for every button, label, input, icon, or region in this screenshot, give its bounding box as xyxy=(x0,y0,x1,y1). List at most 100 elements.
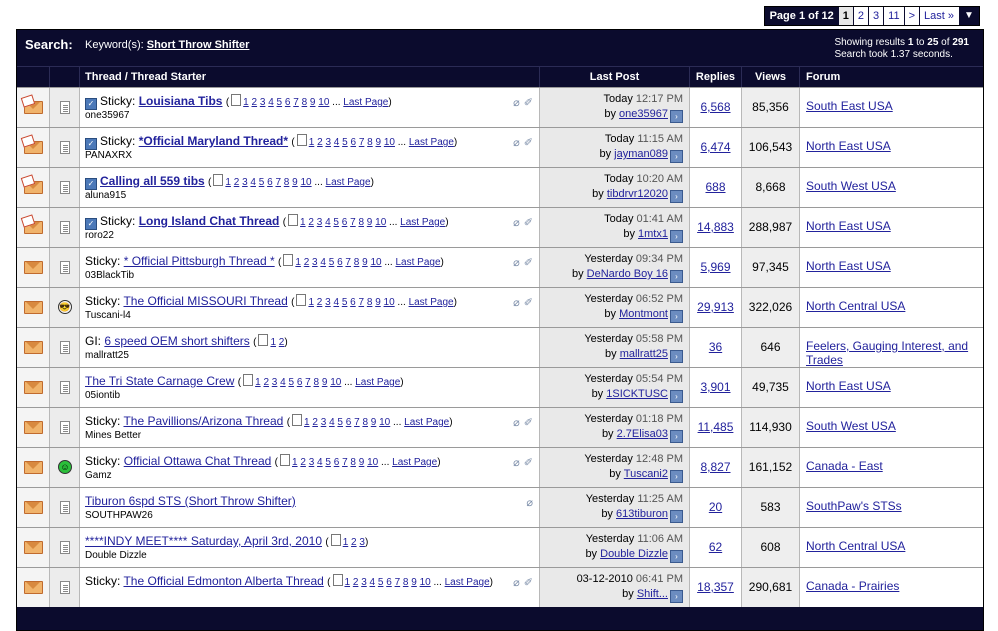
thread-page-link[interactable]: 7 xyxy=(354,417,360,428)
thread-page-link[interactable]: 6 xyxy=(337,257,343,268)
thread-page-link[interactable]: 6 xyxy=(350,137,356,148)
thread-page-link[interactable]: 5 xyxy=(342,137,348,148)
header-last-post[interactable]: Last Post xyxy=(540,67,690,87)
thread-page-link[interactable]: 7 xyxy=(359,297,365,308)
arrow-right-icon[interactable]: › xyxy=(670,430,683,443)
forum-link[interactable]: North East USA xyxy=(806,139,891,153)
thread-page-link[interactable]: 1 xyxy=(292,457,298,468)
thread-title-link[interactable]: The Official Edmonton Alberta Thread xyxy=(123,574,323,588)
thread-page-link[interactable]: 7 xyxy=(275,177,281,188)
thread-last-page-link[interactable]: Last Page xyxy=(445,577,490,588)
thread-starter[interactable]: 03BlackTib xyxy=(85,270,134,281)
thread-starter[interactable]: 05iontib xyxy=(85,390,120,401)
thread-page-link[interactable]: 8 xyxy=(358,217,364,228)
last-post-user-link[interactable]: one35967 xyxy=(619,108,668,120)
replies-link[interactable]: 6,474 xyxy=(700,140,730,154)
thread-page-link[interactable]: 6 xyxy=(285,97,291,108)
thread-page-link[interactable]: 4 xyxy=(250,177,256,188)
thread-page-link[interactable]: 8 xyxy=(314,377,320,388)
replies-link[interactable]: 36 xyxy=(709,340,722,354)
thread-page-link[interactable]: 9 xyxy=(367,217,373,228)
thread-page-link[interactable]: 2 xyxy=(252,97,258,108)
thread-page-link[interactable]: 2 xyxy=(312,417,318,428)
thread-page-link[interactable]: 6 xyxy=(342,217,348,228)
page-link-2[interactable]: 2 xyxy=(852,7,869,25)
last-post-user-link[interactable]: 1SICKTUSC xyxy=(606,388,668,400)
thread-page-link[interactable]: 5 xyxy=(277,97,283,108)
thread-page-link[interactable]: 5 xyxy=(342,297,348,308)
thread-page-link[interactable]: 2 xyxy=(234,177,240,188)
thread-page-link[interactable]: 3 xyxy=(321,417,327,428)
arrow-right-icon[interactable]: › xyxy=(670,150,683,163)
replies-link[interactable]: 11,485 xyxy=(698,420,734,434)
thread-page-link[interactable]: 4 xyxy=(325,217,331,228)
thread-page-link[interactable]: 5 xyxy=(288,377,294,388)
thread-last-page-link[interactable]: Last Page xyxy=(326,177,371,188)
thread-page-link[interactable]: 3 xyxy=(359,537,365,548)
thread-page-link[interactable]: 7 xyxy=(342,457,348,468)
thread-page-link[interactable]: 1 xyxy=(304,417,310,428)
thread-page-link[interactable]: 6 xyxy=(350,297,356,308)
thread-page-link[interactable]: 6 xyxy=(297,377,303,388)
thread-page-link[interactable]: 8 xyxy=(367,297,373,308)
replies-link[interactable]: 6,568 xyxy=(700,100,730,114)
thread-page-link[interactable]: 9 xyxy=(359,457,365,468)
forum-link[interactable]: South West USA xyxy=(806,179,896,193)
last-post-user-link[interactable]: 613tiburon xyxy=(616,508,668,520)
thread-page-link[interactable]: 6 xyxy=(346,417,352,428)
thread-page-link[interactable]: 2 xyxy=(300,457,306,468)
arrow-right-icon[interactable]: › xyxy=(670,270,683,283)
thread-last-page-link[interactable]: Last Page xyxy=(404,417,449,428)
last-post-user-link[interactable]: 1mtx1 xyxy=(638,228,668,240)
thread-starter[interactable]: roro22 xyxy=(85,230,114,241)
last-post-user-link[interactable]: mallratt25 xyxy=(620,348,668,360)
arrow-right-icon[interactable]: › xyxy=(670,550,683,563)
page-link-11[interactable]: 11 xyxy=(883,7,904,25)
triangle-down-icon[interactable]: ▼ xyxy=(958,7,979,25)
replies-link[interactable]: 62 xyxy=(709,540,722,554)
page-next-button[interactable]: > xyxy=(903,7,920,25)
thread-page-link[interactable]: 10 xyxy=(367,457,378,468)
thread-page-link[interactable]: 3 xyxy=(260,97,266,108)
thread-page-link[interactable]: 4 xyxy=(333,297,339,308)
thread-title-link[interactable]: Tiburon 6spd STS (Short Throw Shifter) xyxy=(85,494,296,508)
thread-page-link[interactable]: 9 xyxy=(322,377,328,388)
thread-page-link[interactable]: 3 xyxy=(312,257,318,268)
thread-page-link[interactable]: 2 xyxy=(308,217,314,228)
thread-page-link[interactable]: 4 xyxy=(280,377,286,388)
thread-starter[interactable]: Mines Better xyxy=(85,430,141,441)
thread-starter[interactable]: PANAXRX xyxy=(85,150,132,161)
thread-page-link[interactable]: 2 xyxy=(279,337,285,348)
forum-link[interactable]: Canada - East xyxy=(806,459,883,473)
thread-title-link[interactable]: *Official Maryland Thread* xyxy=(139,134,288,148)
forum-link[interactable]: South West USA xyxy=(806,419,896,433)
thread-page-link[interactable]: 4 xyxy=(334,137,340,148)
thread-page-link[interactable]: 8 xyxy=(403,577,409,588)
thread-page-link[interactable]: 2 xyxy=(351,537,357,548)
thread-page-link[interactable]: 5 xyxy=(329,257,335,268)
page-link-3[interactable]: 3 xyxy=(868,7,884,25)
last-post-user-link[interactable]: Montmont xyxy=(619,308,668,320)
thread-page-link[interactable]: 10 xyxy=(384,137,395,148)
thread-starter[interactable]: Gamz xyxy=(85,470,112,481)
thread-page-link[interactable]: 8 xyxy=(284,177,290,188)
thread-title-link[interactable]: The Tri State Carnage Crew xyxy=(85,374,234,388)
thread-last-page-link[interactable]: Last Page xyxy=(355,377,400,388)
thread-page-link[interactable]: 10 xyxy=(330,377,341,388)
replies-link[interactable]: 18,357 xyxy=(697,580,734,594)
replies-link[interactable]: 20 xyxy=(709,500,722,514)
arrow-right-icon[interactable]: › xyxy=(670,510,683,523)
thread-page-link[interactable]: 7 xyxy=(359,137,365,148)
thread-last-page-link[interactable]: Last Page xyxy=(395,257,440,268)
page-last-button[interactable]: Last » xyxy=(919,7,958,25)
arrow-right-icon[interactable]: › xyxy=(670,110,683,123)
arrow-right-icon[interactable]: › xyxy=(670,350,683,363)
forum-link[interactable]: Feelers, Gauging Interest, and Trades xyxy=(806,339,981,367)
thread-page-link[interactable]: 9 xyxy=(375,297,381,308)
header-thread[interactable]: Thread / Thread Starter xyxy=(80,67,540,87)
arrow-right-icon[interactable]: › xyxy=(670,390,683,403)
thread-page-link[interactable]: 3 xyxy=(272,377,278,388)
last-post-user-link[interactable]: jayman089 xyxy=(614,148,668,160)
thread-page-link[interactable]: 10 xyxy=(384,297,395,308)
thread-page-link[interactable]: 1 xyxy=(309,137,315,148)
